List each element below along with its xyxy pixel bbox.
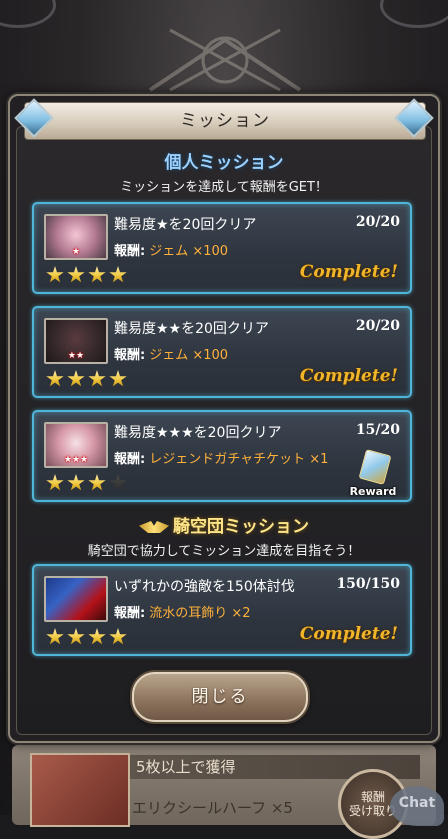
star-rating (46, 266, 130, 284)
reward-label: 報酬: (114, 606, 146, 621)
quest-thumbnail: ★ (44, 214, 108, 260)
star-empty-icon (109, 474, 127, 491)
guild-mission-heading-text: 騎空団ミッション (173, 517, 309, 537)
mission-progress: 20/20 (355, 214, 400, 230)
mission-progress: 20/20 (355, 318, 400, 334)
mission-title: 難易度★を20回クリア (114, 217, 257, 233)
star-icon (109, 266, 127, 283)
reward-value: レジェンドガチャチケット ×1 (149, 452, 329, 467)
difficulty-badge: ★★★ (63, 455, 89, 465)
reward-label: 報酬: (114, 348, 146, 363)
reward-label: 報酬: (114, 244, 146, 259)
background-card-thumbnail (30, 753, 130, 827)
mission-card[interactable]: ★★ 難易度★★を20回クリア 20/20 報酬: ジェム ×100 Comple… (32, 306, 412, 398)
star-rating (46, 370, 130, 388)
chat-button[interactable]: Chat (390, 786, 444, 826)
mission-card[interactable]: いずれかの強敵を150体討伐 150/150 報酬: 流水の耳飾り ×2 Comp… (32, 564, 412, 656)
mission-title: 難易度★★を20回クリア (114, 321, 269, 337)
wing-icon (139, 521, 169, 533)
star-icon (46, 370, 64, 387)
complete-label: Complete! (299, 624, 398, 644)
star-icon (67, 474, 85, 491)
mission-reward: 報酬: ジェム ×100 (114, 240, 228, 259)
star-icon (46, 474, 64, 491)
star-icon (46, 266, 64, 283)
star-rating (46, 628, 130, 646)
mission-card[interactable]: ★ 難易度★を20回クリア 20/20 報酬: ジェム ×100 Complete… (32, 202, 412, 294)
mission-title: いずれかの強敵を150体討伐 (114, 579, 295, 595)
difficulty-badge: ★ (71, 247, 81, 257)
quest-thumbnail: ★★ (44, 318, 108, 364)
star-rating (46, 474, 130, 492)
personal-mission-heading: 個人ミッション (164, 153, 284, 173)
guild-mission-heading: 騎空団ミッション (0, 512, 448, 537)
emblem-decoration (148, 28, 302, 92)
reward-button-label: Reward (349, 485, 397, 498)
star-icon (109, 628, 127, 645)
reward-label: 報酬: (114, 452, 146, 467)
star-icon (88, 474, 106, 491)
mission-progress: 150/150 (336, 576, 400, 592)
star-icon (46, 628, 64, 645)
personal-mission-subtitle: ミッションを達成して報酬をGET！ (120, 180, 328, 195)
mission-progress: 15/20 (355, 422, 400, 438)
enemy-thumbnail (44, 576, 108, 622)
star-icon (88, 370, 106, 387)
modal-header: ミッション (24, 102, 426, 140)
difficulty-badge: ★★ (67, 351, 85, 361)
close-button[interactable]: 閉じる (132, 672, 308, 722)
complete-label: Complete! (299, 262, 398, 282)
star-icon (109, 370, 127, 387)
reward-value: ジェム ×100 (149, 244, 229, 259)
quest-thumbnail: ★★★ (44, 422, 108, 468)
reward-value: 流水の耳飾り ×2 (149, 606, 251, 621)
star-icon (88, 628, 106, 645)
guild-mission-subtitle: 騎空団で協力してミッション達成を目指そう！ (87, 544, 361, 559)
star-icon (88, 266, 106, 283)
star-icon (67, 628, 85, 645)
mission-card[interactable]: ★★★ 難易度★★★を20回クリア 15/20 報酬: レジェンドガチャチケット … (32, 410, 412, 502)
mission-reward: 報酬: 流水の耳飾り ×2 (114, 602, 251, 621)
mission-reward: 報酬: ジェム ×100 (114, 344, 228, 363)
reward-value: ジェム ×100 (149, 348, 229, 363)
star-icon (67, 370, 85, 387)
mission-title: 難易度★★★を20回クリア (114, 425, 282, 441)
ticket-icon (358, 449, 392, 485)
background-reward-card: 5枚以上で獲得 エリクシールハーフ ×5 報酬 受け取り (12, 745, 436, 839)
star-icon (67, 266, 85, 283)
complete-label: Complete! (299, 366, 398, 386)
modal-title: ミッション (180, 111, 270, 131)
reward-button[interactable]: Reward (348, 449, 398, 498)
mission-reward: 報酬: レジェンドガチャチケット ×1 (114, 448, 328, 467)
